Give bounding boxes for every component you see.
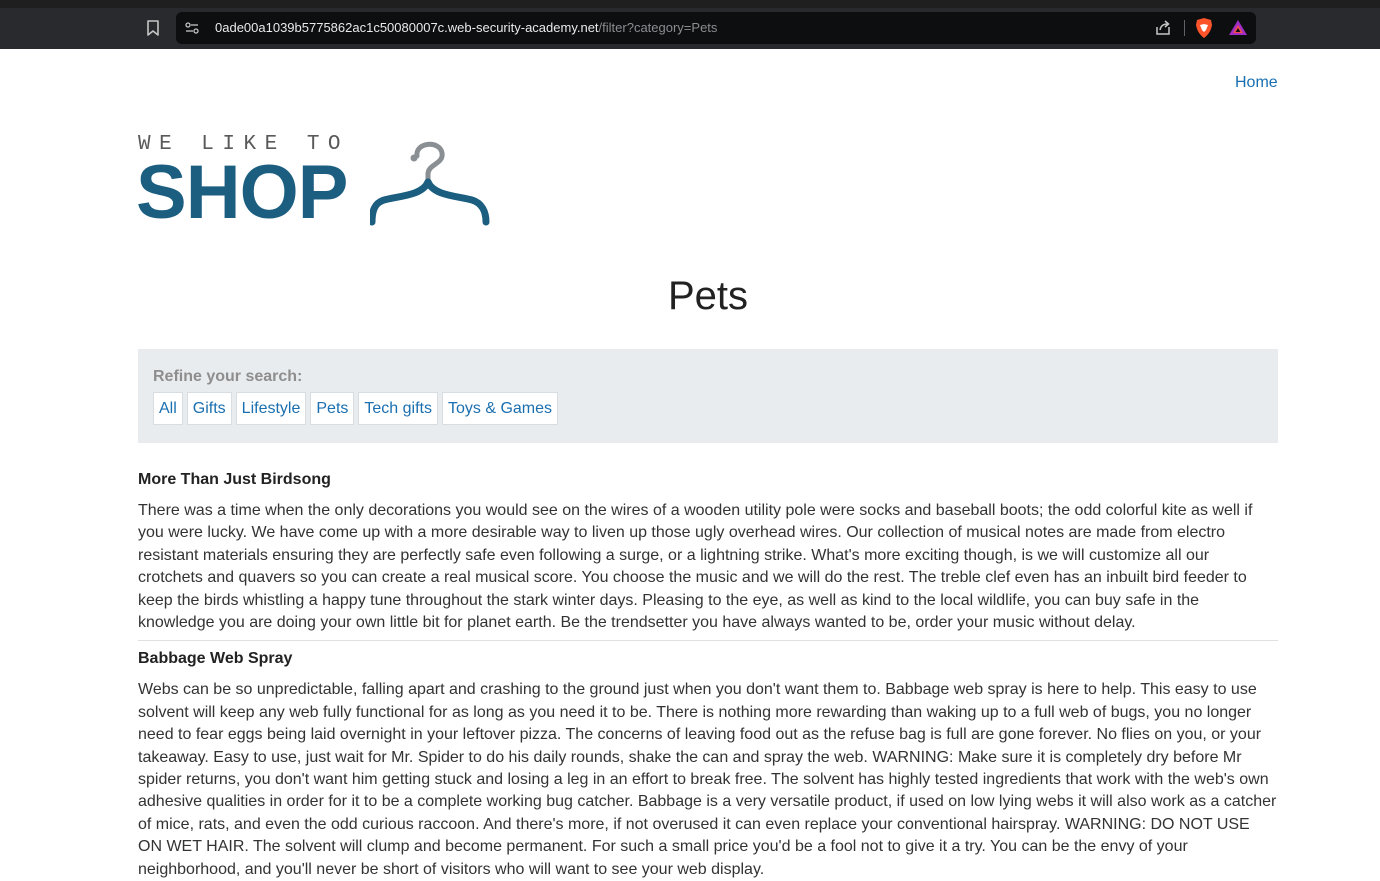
url-host: 0ade00a1039b5775862ac1c50080007c.web-sec… <box>215 20 599 35</box>
page-title: Pets <box>667 274 749 318</box>
url-path: /filter?category=Pets <box>598 20 718 35</box>
logo-wordmark: SHOP <box>136 150 348 235</box>
url-text[interactable]: 0ade00a1039b5775862ac1c50080007c.web-sec… <box>215 20 717 35</box>
site-info-icon[interactable] <box>184 20 200 36</box>
brave-rewards-icon[interactable] <box>1228 18 1248 38</box>
filter-all[interactable]: All <box>153 392 183 425</box>
share-icon[interactable] <box>1153 18 1173 38</box>
product-description: There was a time when the only decoratio… <box>138 502 1253 632</box>
product-item: More Than Just Birdsong There was a time… <box>138 470 1278 642</box>
product-name[interactable]: More Than Just Birdsong <box>138 470 1278 490</box>
filter-label: Refine your search: <box>153 368 303 385</box>
product-list: More Than Just Birdsong There was a time… <box>138 470 1278 881</box>
filter-gifts[interactable]: Gifts <box>186 392 232 425</box>
hanger-icon <box>370 141 490 226</box>
product-item: Babbage Web Spray Webs can be so unpredi… <box>138 649 1278 881</box>
product-description: Webs can be so unpredictable, falling ap… <box>138 681 1277 878</box>
filter-pets[interactable]: Pets <box>310 392 355 425</box>
filter-toys-games[interactable]: Toys & Games <box>441 392 559 425</box>
filter-lifestyle[interactable]: Lifestyle <box>235 392 307 425</box>
filter-tech-gifts[interactable]: Tech gifts <box>358 392 438 425</box>
address-bar[interactable]: 0ade00a1039b5775862ac1c50080007c.web-sec… <box>176 12 1256 44</box>
browser-toolbar: 0ade00a1039b5775862ac1c50080007c.web-sec… <box>0 8 1380 49</box>
product-name[interactable]: Babbage Web Spray <box>138 649 1278 669</box>
bookmark-icon[interactable] <box>143 18 163 38</box>
category-filter-list: All Gifts Lifestyle Pets Tech gifts Toys… <box>153 392 559 425</box>
site-logo[interactable]: WE LIKE TO SHOP <box>136 133 490 235</box>
filter-panel: Refine your search: All Gifts Lifestyle … <box>138 349 1278 443</box>
browser-tab-strip <box>0 0 1380 8</box>
brave-shield-icon[interactable] <box>1194 17 1214 39</box>
home-link[interactable]: Home <box>1235 74 1278 92</box>
address-bar-divider <box>1184 20 1185 36</box>
